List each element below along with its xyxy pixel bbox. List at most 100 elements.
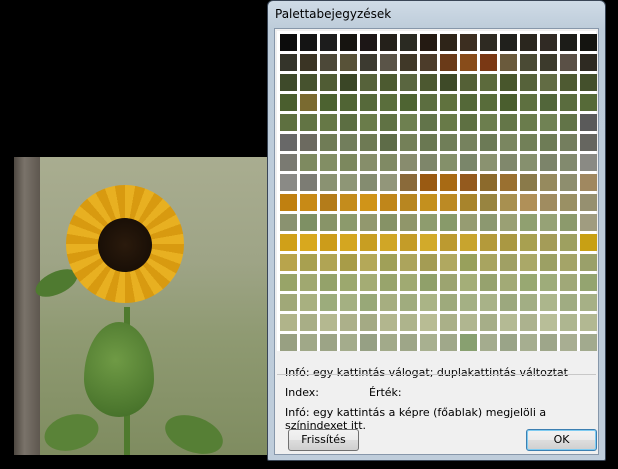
palette-swatch[interactable]	[540, 54, 557, 71]
palette-swatch[interactable]	[440, 154, 457, 171]
palette-swatch[interactable]	[420, 254, 437, 271]
palette-swatch[interactable]	[540, 294, 557, 311]
palette-swatch[interactable]	[500, 174, 517, 191]
palette-swatch[interactable]	[300, 274, 317, 291]
palette-swatch[interactable]	[440, 194, 457, 211]
palette-swatch[interactable]	[320, 314, 337, 331]
palette-swatch[interactable]	[280, 214, 297, 231]
palette-swatch[interactable]	[580, 274, 597, 291]
palette-swatch[interactable]	[400, 314, 417, 331]
palette-swatch[interactable]	[500, 194, 517, 211]
palette-swatch[interactable]	[580, 314, 597, 331]
palette-swatch[interactable]	[560, 34, 577, 51]
palette-swatch[interactable]	[340, 74, 357, 91]
palette-swatch[interactable]	[280, 174, 297, 191]
palette-swatch[interactable]	[320, 194, 337, 211]
palette-swatch[interactable]	[440, 214, 457, 231]
palette-swatch[interactable]	[420, 214, 437, 231]
palette-swatch[interactable]	[300, 314, 317, 331]
palette-swatch[interactable]	[440, 34, 457, 51]
palette-swatch[interactable]	[280, 74, 297, 91]
palette-swatch[interactable]	[560, 54, 577, 71]
palette-swatch[interactable]	[520, 254, 537, 271]
palette-swatch[interactable]	[500, 274, 517, 291]
palette-swatch[interactable]	[580, 194, 597, 211]
palette-swatch[interactable]	[380, 174, 397, 191]
palette-swatch[interactable]	[460, 74, 477, 91]
palette-swatch[interactable]	[580, 154, 597, 171]
palette-swatch[interactable]	[460, 174, 477, 191]
palette-swatch[interactable]	[500, 254, 517, 271]
palette-swatch[interactable]	[500, 334, 517, 351]
palette-swatch[interactable]	[360, 114, 377, 131]
palette-swatch[interactable]	[300, 254, 317, 271]
palette-swatch[interactable]	[300, 34, 317, 51]
palette-swatch[interactable]	[300, 294, 317, 311]
palette-swatch[interactable]	[520, 54, 537, 71]
palette-swatch[interactable]	[520, 114, 537, 131]
palette-swatch[interactable]	[360, 34, 377, 51]
palette-swatch[interactable]	[560, 274, 577, 291]
palette-swatch[interactable]	[520, 234, 537, 251]
palette-swatch[interactable]	[540, 94, 557, 111]
palette-swatch[interactable]	[460, 314, 477, 331]
palette-swatch[interactable]	[360, 134, 377, 151]
palette-swatch[interactable]	[300, 154, 317, 171]
palette-swatch[interactable]	[380, 114, 397, 131]
palette-swatch[interactable]	[300, 174, 317, 191]
palette-swatch[interactable]	[560, 294, 577, 311]
palette-swatch[interactable]	[480, 54, 497, 71]
palette-swatch[interactable]	[360, 214, 377, 231]
palette-swatch[interactable]	[420, 34, 437, 51]
palette-swatch[interactable]	[420, 54, 437, 71]
palette-swatch[interactable]	[300, 74, 317, 91]
palette-swatch[interactable]	[520, 214, 537, 231]
palette-swatch[interactable]	[280, 114, 297, 131]
palette-swatch[interactable]	[400, 54, 417, 71]
palette-swatch[interactable]	[540, 214, 557, 231]
palette-swatch[interactable]	[280, 154, 297, 171]
palette-swatch[interactable]	[420, 194, 437, 211]
palette-swatch[interactable]	[420, 174, 437, 191]
palette-swatch[interactable]	[360, 194, 377, 211]
palette-swatch[interactable]	[360, 74, 377, 91]
palette-swatch[interactable]	[360, 234, 377, 251]
palette-swatch[interactable]	[560, 114, 577, 131]
palette-swatch[interactable]	[420, 134, 437, 151]
palette-swatch[interactable]	[500, 234, 517, 251]
palette-swatch[interactable]	[360, 334, 377, 351]
palette-swatch[interactable]	[580, 114, 597, 131]
palette-swatch[interactable]	[320, 254, 337, 271]
palette-swatch[interactable]	[480, 334, 497, 351]
palette-swatch[interactable]	[320, 174, 337, 191]
palette-swatch[interactable]	[480, 314, 497, 331]
palette-swatch[interactable]	[480, 274, 497, 291]
palette-swatch[interactable]	[440, 334, 457, 351]
palette-swatch[interactable]	[420, 94, 437, 111]
palette-swatch[interactable]	[580, 134, 597, 151]
palette-swatch[interactable]	[480, 114, 497, 131]
palette-swatch[interactable]	[480, 34, 497, 51]
palette-swatch[interactable]	[400, 34, 417, 51]
palette-swatch[interactable]	[300, 234, 317, 251]
palette-swatch[interactable]	[440, 54, 457, 71]
palette-swatch[interactable]	[340, 334, 357, 351]
palette-swatch[interactable]	[280, 254, 297, 271]
palette-swatch[interactable]	[280, 294, 297, 311]
palette-swatch[interactable]	[480, 134, 497, 151]
palette-swatch[interactable]	[440, 174, 457, 191]
palette-swatch[interactable]	[500, 34, 517, 51]
palette-swatch[interactable]	[380, 54, 397, 71]
palette-swatch[interactable]	[340, 214, 357, 231]
palette-swatch[interactable]	[460, 194, 477, 211]
palette-swatch[interactable]	[320, 154, 337, 171]
palette-swatch[interactable]	[280, 54, 297, 71]
palette-swatch[interactable]	[400, 74, 417, 91]
palette-swatch[interactable]	[580, 54, 597, 71]
palette-swatch[interactable]	[280, 234, 297, 251]
palette-swatch[interactable]	[540, 114, 557, 131]
palette-swatch[interactable]	[480, 194, 497, 211]
palette-swatch[interactable]	[560, 254, 577, 271]
palette-swatch[interactable]	[560, 134, 577, 151]
palette-swatch[interactable]	[500, 214, 517, 231]
